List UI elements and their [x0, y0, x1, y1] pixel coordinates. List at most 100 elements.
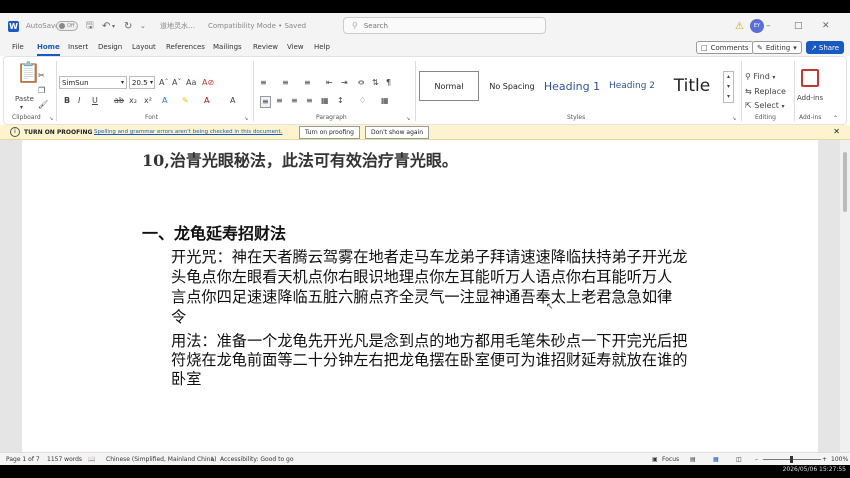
- tab-file[interactable]: File: [12, 43, 24, 51]
- style-title[interactable]: Title: [662, 71, 722, 101]
- text-effects-icon[interactable]: A: [162, 96, 167, 106]
- font-name-box[interactable]: SimSun ▾: [59, 76, 127, 89]
- zoom-in-icon[interactable]: +: [822, 456, 827, 463]
- undo-dropdown-icon[interactable]: ▾: [112, 13, 115, 39]
- align-right-icon[interactable]: ≡: [291, 96, 298, 106]
- italic-icon[interactable]: I: [78, 96, 80, 106]
- borders-icon[interactable]: ▦: [381, 96, 389, 106]
- tab-view[interactable]: View: [287, 43, 304, 51]
- paragraph-launcher-icon[interactable]: ↘: [406, 114, 410, 124]
- search-box[interactable]: ⚲: [343, 17, 546, 34]
- web-layout-icon[interactable]: ◫: [736, 456, 742, 463]
- language[interactable]: Chinese (Simplified, Mainland China): [106, 456, 216, 463]
- maximize-icon[interactable]: □: [794, 13, 822, 39]
- minimize-icon[interactable]: –: [766, 13, 794, 39]
- warning-icon[interactable]: ⚠: [735, 13, 744, 39]
- page-count[interactable]: Page 1 of 7: [6, 456, 40, 463]
- close-icon[interactable]: ✕: [833, 127, 840, 136]
- shading-icon[interactable]: ♢: [359, 96, 366, 106]
- align-left-icon[interactable]: ≡: [260, 96, 271, 108]
- decrease-indent-icon[interactable]: ⇤: [326, 78, 333, 88]
- comments-button[interactable]: □ Comments: [696, 41, 754, 54]
- select-button[interactable]: ⇱ Select ▾: [745, 101, 785, 112]
- word-count[interactable]: 1157 words: [47, 456, 82, 463]
- read-mode-icon[interactable]: ▤: [690, 456, 696, 463]
- replace-button[interactable]: ⇆ Replace: [745, 87, 786, 97]
- accessibility-icon[interactable]: ♿: [210, 456, 215, 463]
- save-icon[interactable]: 🖫: [86, 13, 94, 39]
- dont-show-again-button[interactable]: Don't show again: [365, 126, 430, 139]
- multilevel-list-icon[interactable]: ≡: [304, 78, 311, 88]
- proofing-icon[interactable]: 📖: [88, 456, 95, 463]
- tab-mailings[interactable]: Mailings: [213, 43, 242, 51]
- tab-help[interactable]: Help: [314, 43, 330, 51]
- addins-icon[interactable]: [801, 69, 819, 87]
- turn-on-proofing-button[interactable]: Turn on proofing: [299, 126, 360, 139]
- focus-button[interactable]: Focus: [662, 456, 679, 463]
- paste-button[interactable]: Paste: [15, 94, 34, 104]
- subscript-icon[interactable]: x₂: [129, 96, 137, 106]
- search-input[interactable]: [363, 21, 534, 30]
- editing-mode-button[interactable]: ✎ Editing ▾: [752, 41, 802, 54]
- line-spacing-icon[interactable]: ↕: [337, 96, 344, 106]
- distributed-icon[interactable]: ▦: [321, 96, 329, 106]
- zoom-level[interactable]: 100%: [831, 456, 848, 463]
- sort-icon[interactable]: ⇅: [372, 78, 379, 88]
- tab-layout[interactable]: Layout: [132, 43, 156, 51]
- format-painter-icon[interactable]: 🖌: [38, 100, 48, 110]
- vertical-scrollbar[interactable]: [840, 140, 850, 452]
- justify-icon[interactable]: ≡: [306, 96, 313, 106]
- print-layout-icon[interactable]: ▦: [713, 456, 719, 463]
- show-marks-icon[interactable]: ¶: [386, 78, 391, 88]
- font-color-icon[interactable]: A: [204, 96, 209, 106]
- tab-design[interactable]: Design: [98, 43, 122, 51]
- copy-icon[interactable]: ❐: [38, 86, 45, 96]
- character-shading-icon[interactable]: A: [230, 96, 235, 106]
- collapse-ribbon-icon[interactable]: ⌃: [833, 114, 838, 124]
- grow-font-icon[interactable]: Aˆ: [159, 78, 168, 88]
- strikethrough-icon[interactable]: ab: [114, 96, 124, 106]
- find-button[interactable]: ⚲ Find ▾: [745, 72, 775, 83]
- accessibility-status[interactable]: Accessibility: Good to go: [220, 456, 294, 463]
- redo-icon[interactable]: ↻: [124, 13, 132, 39]
- style-no-spacing[interactable]: No Spacing: [482, 71, 542, 101]
- shrink-font-icon[interactable]: Aˇ: [172, 78, 181, 88]
- addins-button[interactable]: Add-ins: [797, 93, 823, 103]
- style-heading-1[interactable]: Heading 1: [542, 71, 602, 101]
- increase-indent-icon[interactable]: ⇥: [341, 78, 348, 88]
- undo-icon[interactable]: ↶: [102, 13, 110, 39]
- customize-toolbar-icon[interactable]: ⌄: [140, 13, 146, 39]
- focus-icon[interactable]: ▣: [652, 456, 658, 463]
- cut-icon[interactable]: ✂: [38, 71, 45, 81]
- tab-references[interactable]: References: [166, 43, 205, 51]
- underline-icon[interactable]: U: [92, 96, 98, 106]
- font-launcher-icon[interactable]: ↘: [244, 114, 248, 124]
- document-title[interactable]: 道地灵水…: [160, 13, 195, 39]
- zoom-slider-thumb[interactable]: [790, 456, 793, 463]
- tab-insert[interactable]: Insert: [68, 43, 88, 51]
- styles-launcher-icon[interactable]: ↘: [732, 114, 736, 124]
- close-icon[interactable]: ✕: [822, 13, 850, 39]
- tab-home[interactable]: Home: [37, 43, 60, 56]
- paste-dropdown-icon[interactable]: ▾: [20, 103, 23, 113]
- clear-formatting-icon[interactable]: A⊘: [202, 78, 214, 88]
- bullets-icon[interactable]: ≡: [260, 78, 267, 88]
- font-size-box[interactable]: 20.5 ▾: [129, 76, 155, 89]
- avatar[interactable]: EY: [750, 19, 764, 33]
- numbering-icon[interactable]: ≡: [282, 78, 289, 88]
- share-button[interactable]: ↗ Share: [806, 41, 845, 54]
- document-page[interactable]: 10,治青光眼秘法，此法可有效治疗青光眼。 一、龙龟延寿招财法 开光咒：神在天者…: [22, 140, 818, 452]
- autosave-toggle[interactable]: Off: [56, 21, 78, 31]
- zoom-out-icon[interactable]: –: [755, 456, 758, 463]
- tab-review[interactable]: Review: [253, 43, 278, 51]
- clipboard-launcher-icon[interactable]: ↘: [49, 114, 53, 124]
- style-heading-2[interactable]: Heading 2: [602, 71, 662, 101]
- bold-icon[interactable]: B: [64, 96, 70, 106]
- style-normal[interactable]: Normal: [419, 71, 479, 101]
- asian-layout-icon[interactable]: ⭖: [358, 78, 364, 88]
- superscript-icon[interactable]: x²: [144, 96, 152, 106]
- change-case-icon[interactable]: Aa: [186, 78, 196, 88]
- styles-more-icon[interactable]: ▴ ▾ ▾: [723, 71, 734, 103]
- highlight-icon[interactable]: ✎: [182, 96, 189, 106]
- align-center-icon[interactable]: ≡: [276, 96, 283, 106]
